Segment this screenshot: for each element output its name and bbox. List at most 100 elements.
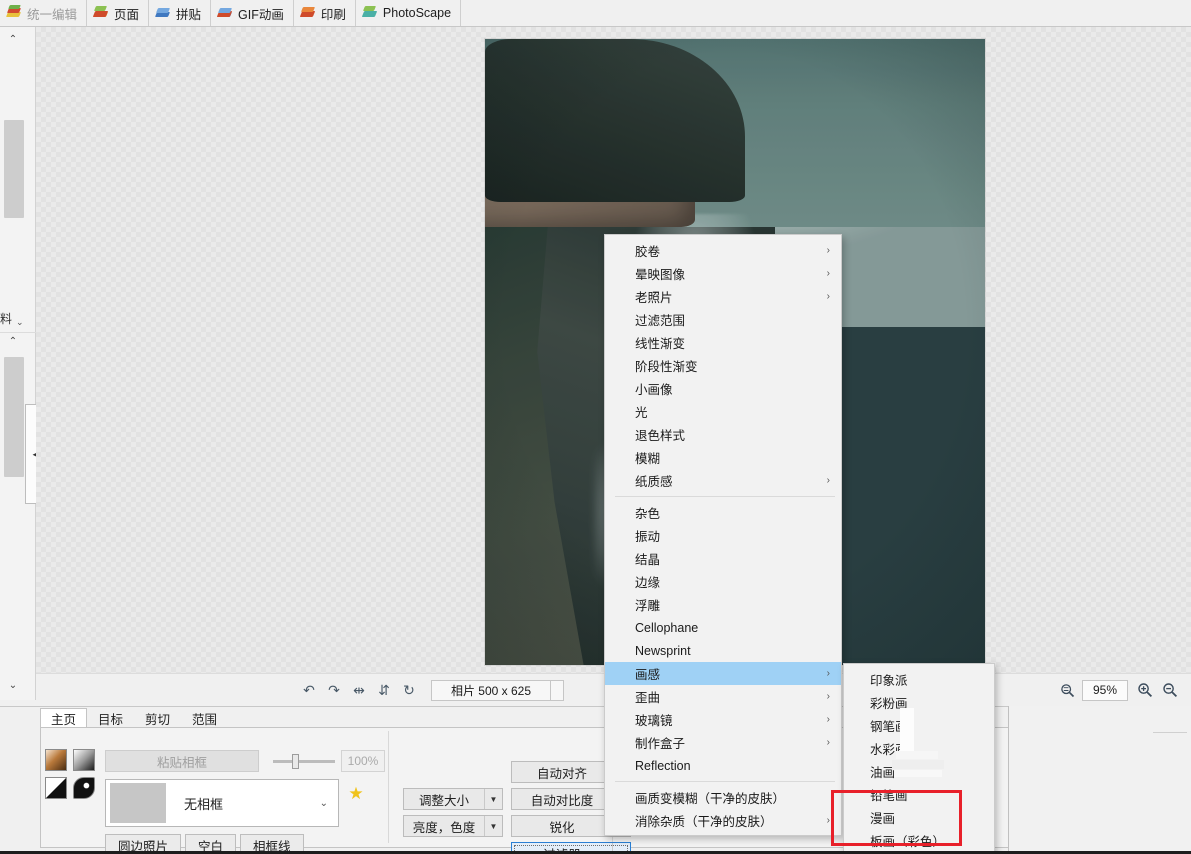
submenu-item-pen-drawing[interactable]: 钢笔画 [844,714,994,737]
opacity-slider[interactable] [273,760,335,763]
rail-scroll-up-arrow-lower[interactable]: ⌃ [0,333,26,349]
rail-scroll-up-arrow[interactable]: ⌃ [0,31,26,47]
stacked-books-blue-icon [155,5,171,21]
menu-item-linear-gradient[interactable]: 线性渐变 [605,331,841,354]
frame-select[interactable]: 无相框 ⌄ [105,779,339,827]
sepia-gradient-swatch[interactable] [45,749,67,771]
submenu-item-pastel[interactable]: 彩粉画 [844,691,994,714]
menu-item-reflection[interactable]: Reflection [605,754,841,777]
menu-item-make-box[interactable]: 制作盒子 › [605,731,841,754]
menu-item-miniature[interactable]: 小画像 [605,377,841,400]
chevron-down-icon: ⌄ [9,680,17,691]
module-tab-label: 印刷 [321,4,346,23]
zoom-in-icon[interactable] [1134,679,1156,701]
ellipse-mask-swatch[interactable] [73,777,95,799]
chevron-right-icon: › [827,291,830,302]
menu-item-light[interactable]: 光 [605,400,841,423]
adjust-group: 调整大小 ▼ 亮度，色度 ▼ 自动对齐 ▼ 自动对比度 ▼ 锐化 ▼ [389,731,613,843]
menu-item-paper-texture[interactable]: 纸质感 › [605,469,841,492]
resize-button[interactable]: 调整大小 ▼ [403,788,503,810]
frame-preview-thumbnail [110,783,166,823]
rail-scrollbar-thumb-upper[interactable] [4,120,24,218]
stacked-books-blue-icon [217,5,233,21]
zoom-out-icon[interactable] [1159,679,1181,701]
render-artifact-strip [894,770,942,777]
menu-item-vibration[interactable]: 振动 [605,524,841,547]
module-tab-photoscape[interactable]: PhotoScape [356,0,461,26]
slider-knob[interactable] [292,754,299,769]
tab-range[interactable]: 范围 [181,708,228,728]
menu-item-blur[interactable]: 模糊 [605,446,841,469]
rail-scrollbar-thumb-lower[interactable] [4,357,24,477]
module-tab-gif-animation[interactable]: GIF动画 [211,0,294,26]
style-swatch-grid [45,749,97,801]
module-tab-bar: 统一编辑 页面 拼贴 GIF动画 印刷 [0,0,1191,27]
chevron-down-icon[interactable]: ▼ [484,816,502,836]
module-tab-collage[interactable]: 拼贴 [149,0,211,26]
menu-item-fade-style[interactable]: 退色样式 [605,423,841,446]
rail-truncated-label: 料 [0,310,14,327]
photoscape-editor-window: 统一编辑 页面 拼贴 GIF动画 印刷 [0,0,1191,854]
module-tab-page[interactable]: 页面 [87,0,149,26]
menu-item-crystallize[interactable]: 结晶 [605,547,841,570]
menu-item-emboss[interactable]: 浮雕 [605,593,841,616]
menu-item-noise[interactable]: 杂色 [605,501,841,524]
flip-vertical-icon[interactable]: ⇵ [373,679,395,701]
chevron-up-icon: ⌃ [9,34,17,45]
menu-item-glass-lens[interactable]: 玻璃镜 › [605,708,841,731]
chevron-up-icon: ⌃ [9,336,17,347]
submenu-item-impressionist[interactable]: 印象派 [844,668,994,691]
tab-target[interactable]: 目标 [87,708,134,728]
zoom-fit-icon[interactable] [1056,679,1078,701]
right-side-panel [1008,706,1191,854]
frame-select-value: 无相框 [184,794,223,813]
gray-gradient-swatch[interactable] [73,749,95,771]
menu-item-film[interactable]: 胶卷 › [605,239,841,262]
chevron-down-icon: ⌄ [320,798,328,809]
redo-icon[interactable]: ↷ [323,679,345,701]
menu-item-remove-blemish[interactable]: 消除杂质（干净的皮肤） › [605,809,841,832]
module-tab-unified-edit[interactable]: 统一编辑 [0,0,87,26]
diagonal-split-swatch[interactable] [45,777,67,799]
module-tab-label: GIF动画 [238,4,284,23]
menu-item-cellophane[interactable]: Cellophane [605,616,841,639]
undo-icon[interactable]: ↶ [298,679,320,701]
image-info-label: 相片 500 x 625 [431,680,551,701]
render-artifact-strip [900,708,914,756]
stacked-books-icon [6,5,22,21]
menu-separator [615,781,835,782]
module-tab-print[interactable]: 印刷 [294,0,356,26]
left-navigation-rail: ⌃ 料 ⌄ ⌃ ◄ ⌄ [0,27,36,700]
stacked-books-red-icon [300,5,316,21]
flip-horizontal-icon[interactable]: ⇹ [348,679,370,701]
chevron-right-icon: › [827,691,830,702]
menu-item-soften-skin[interactable]: 画质变模糊（干净的皮肤） [605,786,841,809]
module-tab-label: PhotoScape [383,6,451,20]
menu-item-painting-effect[interactable]: 画感 › [605,662,841,685]
zoom-level-value[interactable]: 95% [1082,680,1128,701]
filter-context-menu[interactable]: 胶卷 › 晕映图像 › 老照片 › 过滤范围 线性渐变 阶段性渐变 小画像 光 … [604,234,842,836]
red-highlight-rectangle [831,790,962,846]
chevron-right-icon: › [827,475,830,486]
rotate-icon[interactable]: ↻ [398,679,420,701]
star-icon[interactable]: ★ [347,785,365,803]
chevron-right-icon: › [827,668,830,679]
menu-item-stepped-gradient[interactable]: 阶段性渐变 [605,354,841,377]
menu-item-vignette[interactable]: 晕映图像 › [605,262,841,285]
menu-item-edge[interactable]: 边缘 [605,570,841,593]
menu-item-filter-range[interactable]: 过滤范围 [605,308,841,331]
stacked-books-icon [93,5,109,21]
chevron-down-icon[interactable]: ⌄ [16,317,24,328]
stacked-books-green-icon [362,5,378,21]
chevron-down-icon[interactable]: ▼ [484,789,502,809]
menu-item-newsprint[interactable]: Newsprint [605,639,841,662]
chevron-right-icon: › [827,245,830,256]
menu-item-distort[interactable]: 歪曲 › [605,685,841,708]
tab-home[interactable]: 主页 [40,708,87,728]
paste-frame-button[interactable]: 粘贴相框 [105,750,259,772]
rail-scroll-down-arrow[interactable]: ⌄ [0,677,26,693]
tab-crop[interactable]: 剪切 [134,708,181,728]
brightness-color-button[interactable]: 亮度，色度 ▼ [403,815,503,837]
menu-item-old-photo[interactable]: 老照片 › [605,285,841,308]
opacity-value-field[interactable]: 100% [341,750,385,772]
